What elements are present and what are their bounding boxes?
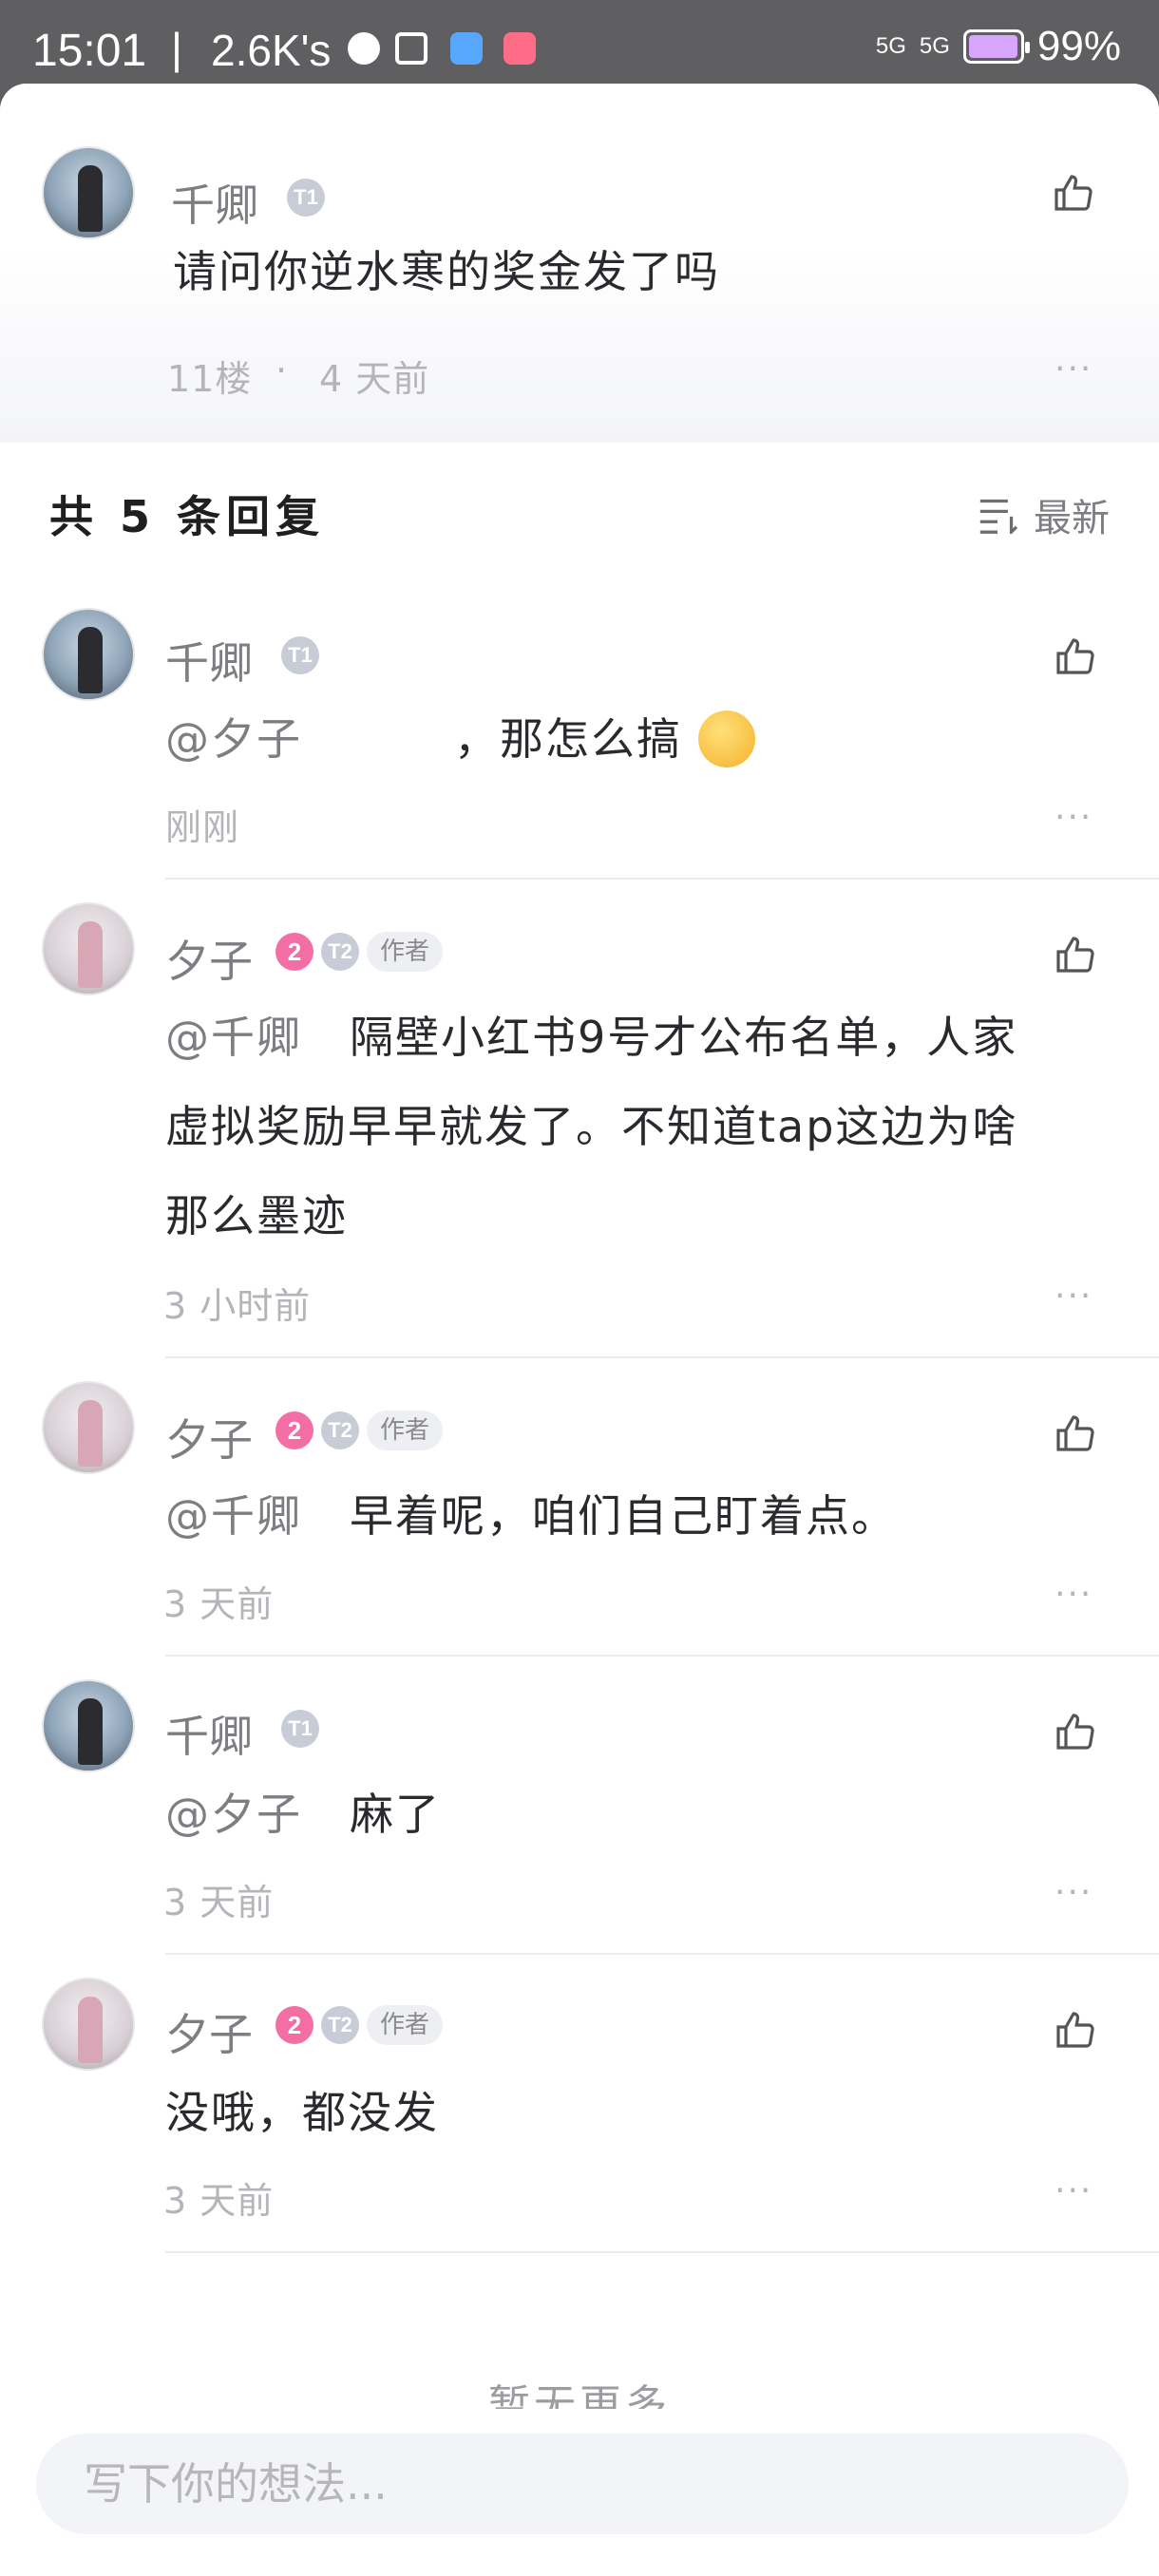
- user-badge: T2: [321, 1411, 359, 1449]
- author-tag: 作者: [367, 932, 444, 972]
- avatar[interactable]: [42, 902, 135, 995]
- thumbs-up-icon[interactable]: [1053, 2008, 1098, 2054]
- username[interactable]: 夕子: [165, 927, 253, 990]
- more-dots-icon[interactable]: ···: [1054, 1277, 1092, 1316]
- username[interactable]: 夕子: [165, 2000, 253, 2063]
- level-badge: 2: [276, 1411, 314, 1449]
- sort-list-icon: [979, 499, 1018, 534]
- divider: [165, 1356, 1159, 1358]
- user-badge: T1: [287, 179, 325, 217]
- comment-input-bar: 写下你的想法...: [0, 2409, 1159, 2576]
- username[interactable]: 千卿: [171, 171, 258, 234]
- battery-icon: [962, 29, 1030, 64]
- username[interactable]: 夕子: [165, 1406, 253, 1468]
- divider: [165, 1655, 1159, 1657]
- status-bar: 15:01 | 2.6K's 5G 5G 99%: [0, 0, 1159, 84]
- comment-time: 刚刚: [165, 806, 240, 848]
- comment-text: 请问你逆水寒的奖金发了吗: [173, 246, 720, 297]
- replies-count: 共 5 条回复: [49, 491, 326, 542]
- battery-percent: 99%: [1036, 23, 1121, 69]
- more-dots-icon[interactable]: ···: [1054, 798, 1092, 837]
- reply-text: ，那怎么搞: [454, 713, 682, 765]
- parent-comment: 千卿 T1 请问你逆水寒的奖金发了吗 11楼 · 4 天前 ···: [0, 84, 1159, 443]
- divider: [165, 878, 1159, 880]
- comment-time: 3 小时前: [163, 1285, 312, 1327]
- username[interactable]: 千卿: [165, 1702, 253, 1765]
- reply-text: 早着呢，咱们自己盯着点。: [350, 1490, 897, 1542]
- sort-button[interactable]: 最新: [977, 487, 1110, 542]
- floor-number: 11楼: [167, 358, 253, 400]
- thumbs-up-icon[interactable]: [1053, 1710, 1098, 1755]
- comment-text: @夕子 麻了: [165, 1769, 441, 1860]
- meta-dot: ·: [276, 350, 289, 391]
- user-badge: T1: [281, 1710, 319, 1748]
- divider: [165, 1953, 1159, 1955]
- reply-text-line: 隔壁小红书9号才公布名单，人家: [350, 1012, 1018, 1063]
- comment-sheet: 千卿 T1 请问你逆水寒的奖金发了吗 11楼 · 4 天前 ··· 共 5 条回…: [0, 84, 1159, 2576]
- more-dots-icon[interactable]: ···: [1054, 1575, 1092, 1614]
- thumbs-up-icon[interactable]: [1053, 933, 1098, 978]
- level-badge: 2: [276, 933, 314, 971]
- avatar[interactable]: [42, 1978, 135, 2071]
- app-notification-icon: [504, 32, 536, 65]
- alarm-icon: [348, 32, 380, 65]
- signal-5g-icon: 5G: [875, 33, 906, 59]
- author-tag: 作者: [367, 2005, 444, 2045]
- avatar[interactable]: [42, 1381, 135, 1474]
- comment-time: 3 天前: [163, 2180, 275, 2222]
- comment-text: 没哦，都没发: [165, 2087, 439, 2138]
- more-dots-icon[interactable]: ···: [1054, 2171, 1092, 2210]
- comment-text: @千卿 早着呢，咱们自己盯着点。: [165, 1470, 897, 1562]
- comment-text: @千卿 隔壁小红书9号才公布名单，人家: [165, 992, 1017, 1083]
- user-badge: T2: [321, 933, 359, 971]
- username[interactable]: 千卿: [165, 629, 253, 691]
- app-notification-icon: [450, 32, 483, 65]
- thumbs-up-icon[interactable]: [1053, 1411, 1098, 1457]
- comment-text: @夕子 ，那怎么搞: [165, 693, 755, 785]
- comment-input[interactable]: 写下你的想法...: [36, 2434, 1129, 2534]
- user-badge: T2: [321, 2006, 359, 2044]
- signal-5g-icon: 5G: [919, 33, 950, 59]
- status-right-group: 5G 5G 99%: [876, 23, 1121, 70]
- thumbs-up-icon[interactable]: [1053, 635, 1098, 680]
- user-badge: T1: [281, 636, 319, 674]
- mention[interactable]: @夕子: [165, 713, 302, 765]
- reply-text-line: 那么墨迹: [165, 1190, 348, 1241]
- thumbs-up-icon[interactable]: [1051, 171, 1096, 217]
- avatar[interactable]: [42, 146, 135, 239]
- avatar[interactable]: [42, 608, 135, 701]
- mention[interactable]: @千卿: [165, 1490, 302, 1542]
- status-separator: |: [171, 24, 182, 73]
- level-badge: 2: [276, 2006, 314, 2044]
- nfc-icon: [395, 32, 428, 65]
- status-time: 15:01: [32, 26, 147, 76]
- avatar[interactable]: [42, 1679, 135, 1772]
- angry-face-emoji-icon: [697, 710, 755, 767]
- mention[interactable]: @夕子: [165, 1789, 302, 1840]
- reply-text-line: 虚拟奖励早早就发了。不知道tap这边为啥: [165, 1101, 1018, 1152]
- divider: [165, 2251, 1159, 2253]
- reply-text: 麻了: [350, 1789, 441, 1840]
- comment-time: 3 天前: [163, 1583, 275, 1625]
- comment-time: 4 天前: [319, 358, 430, 400]
- status-net-speed: 2.6K's: [211, 26, 332, 75]
- author-tag: 作者: [367, 1411, 444, 1450]
- mention[interactable]: @千卿: [165, 1012, 302, 1063]
- sort-label: 最新: [1034, 497, 1110, 540]
- more-dots-icon[interactable]: ···: [1054, 350, 1092, 388]
- comment-time: 3 天前: [163, 1882, 275, 1923]
- more-dots-icon[interactable]: ···: [1054, 1873, 1092, 1912]
